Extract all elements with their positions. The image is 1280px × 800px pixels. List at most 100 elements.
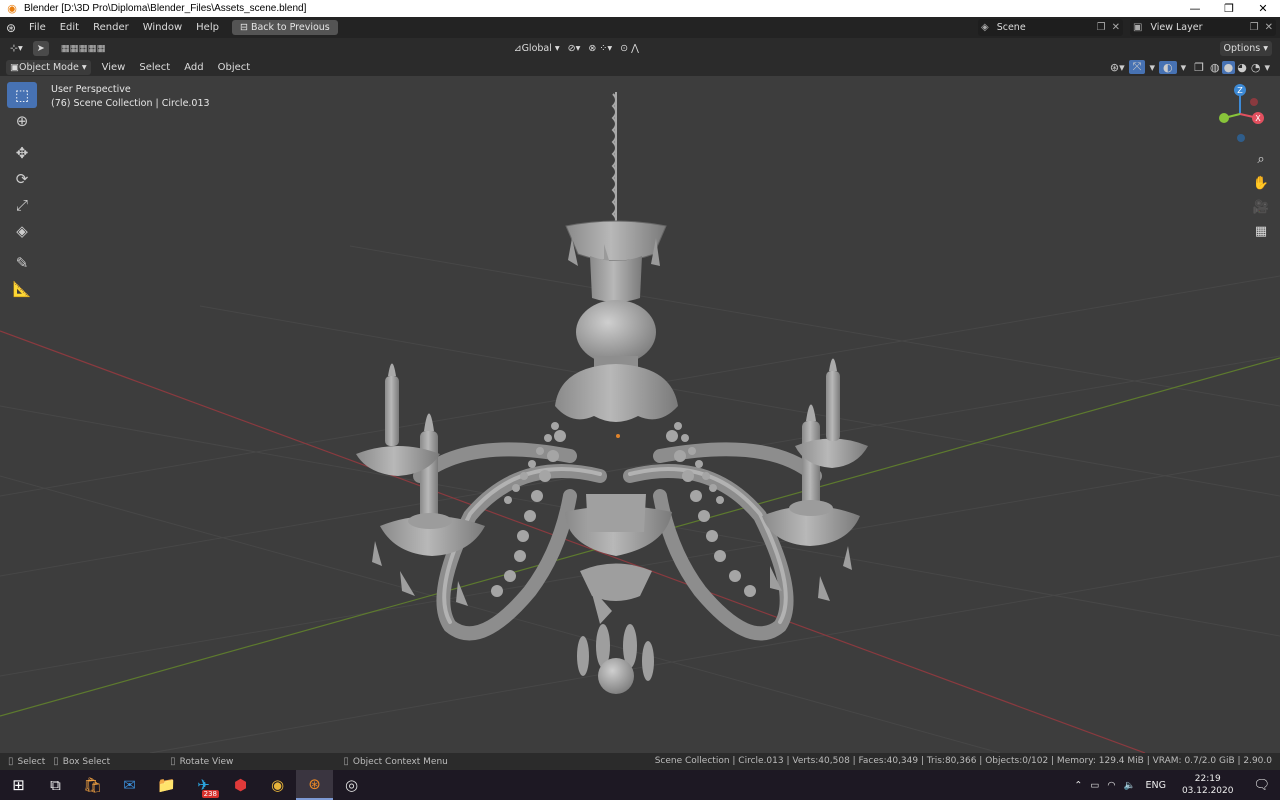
transform-tool-icon[interactable]: ◈ (7, 218, 37, 244)
back-to-previous-label: Back to Previous (250, 22, 330, 33)
menu-view[interactable]: View (95, 62, 133, 73)
mail-icon[interactable]: ✉ (111, 770, 148, 800)
xray-icon[interactable]: ❐ (1190, 61, 1208, 74)
rotate-tool-icon[interactable]: ⟳ (7, 166, 37, 192)
menu-help[interactable]: Help (189, 22, 226, 33)
remove-scene-icon[interactable]: ✕ (1109, 22, 1123, 33)
menu-render[interactable]: Render (86, 22, 136, 33)
store-icon[interactable]: 🛍 (74, 770, 111, 800)
transform-orientation-dropdown[interactable]: ⊿ Global ▾ (510, 41, 564, 56)
measure-tool-icon[interactable]: 📐 (7, 276, 37, 302)
view-layer-selector[interactable]: ▣ View Layer ❐ ✕ (1130, 19, 1276, 36)
move-tool-icon[interactable]: ✥ (7, 140, 37, 166)
overlay-dropdown-icon[interactable]: ▾ (1177, 61, 1191, 74)
navigation-gizmo[interactable]: Z X (1219, 84, 1264, 142)
notifications-icon[interactable]: 🗨 (1243, 778, 1280, 793)
orientation-label: Global (521, 42, 552, 54)
chrome-icon[interactable]: ◉ (259, 770, 296, 800)
menu-add[interactable]: Add (177, 62, 210, 73)
snap-icon[interactable]: ⊗ ⁘▾ (584, 41, 616, 56)
wireframe-shading-icon[interactable]: ◍ (1208, 61, 1222, 74)
scene-name: Scene (996, 22, 1026, 33)
app-camera-icon[interactable]: ◎ (333, 770, 370, 800)
window-titlebar: ◉ Blender [D:\3D Pro\Diploma\Blender_Fil… (0, 0, 1280, 17)
gizmo-dropdown-icon[interactable]: ▾ (1145, 61, 1159, 74)
annotate-tool-icon[interactable]: ✎ (7, 250, 37, 276)
menu-select[interactable]: Select (132, 62, 177, 73)
zoom-icon[interactable]: ⌕ (1250, 148, 1272, 170)
back-to-previous-button[interactable]: ⊟ Back to Previous (231, 20, 338, 35)
material-shading-icon[interactable]: ◕ (1235, 61, 1249, 74)
blender-menu-icon[interactable]: ⊛ (6, 21, 22, 35)
remove-view-layer-icon[interactable]: ✕ (1262, 22, 1276, 33)
perspective-label: User Perspective (51, 84, 131, 95)
tray-expand-icon[interactable]: ⌃ (1070, 780, 1086, 791)
clock[interactable]: 22:19 03.12.2020 (1182, 773, 1234, 797)
viewport-info: User Perspective (76) Scene Collection |… (51, 83, 210, 111)
gizmo-neg-x-handle[interactable] (1250, 98, 1258, 106)
body-dome (555, 364, 678, 422)
language-indicator[interactable]: ENG (1139, 780, 1171, 791)
scene-selector[interactable]: ◈ Scene ❐ ✕ (978, 19, 1123, 36)
select-tool-icon[interactable]: ➤ (32, 40, 49, 56)
3d-viewport[interactable]: Z X (0, 76, 1280, 753)
menu-edit[interactable]: Edit (53, 22, 86, 33)
gizmo-y-handle[interactable] (1219, 113, 1229, 123)
proportional-edit-icon[interactable]: ⊙ ⋀ (616, 41, 643, 56)
status-bar: ▯ Select ▯ Box Select ▯ Rotate View ▯ Ob… (0, 753, 1280, 770)
blender-taskbar-icon[interactable]: ⊛ (296, 770, 333, 800)
object-mode-dropdown[interactable]: ▣ Object Mode ▾ (6, 59, 91, 75)
view-layer-icon: ▣ (1133, 22, 1143, 33)
blender-logo-icon: ◉ (7, 1, 17, 15)
close-button[interactable]: ✕ (1246, 0, 1280, 17)
pan-hand-icon[interactable]: ✋ (1250, 172, 1272, 194)
overlay-toggle-icon[interactable]: ◐ (1159, 60, 1177, 74)
select-box-tool-icon[interactable]: ⬚ (7, 82, 37, 108)
options-button[interactable]: Options ▾ (1219, 40, 1272, 56)
gizmo-neg-z-handle[interactable] (1237, 134, 1245, 142)
task-view-icon[interactable]: ⧉ (37, 770, 74, 800)
menu-window[interactable]: Window (136, 22, 189, 33)
telegram-icon[interactable]: ✈ 238 (185, 770, 222, 800)
app-s-icon[interactable]: ⬢ (222, 770, 259, 800)
mouse-left-icon: ▯ (8, 756, 14, 767)
wifi-icon[interactable]: ◠ (1103, 780, 1119, 791)
ortho-grid-icon[interactable]: ▦ (1250, 220, 1272, 242)
minimize-button[interactable]: — (1178, 0, 1212, 17)
viewport-header: ▣ Object Mode ▾ View Select Add Object ⊛… (0, 58, 1280, 76)
rendered-shading-icon[interactable]: ◔ (1249, 61, 1263, 74)
chain (611, 92, 617, 225)
status-box-select: Box Select (62, 756, 111, 767)
cursor-tool-icon[interactable]: ⊕ (7, 108, 37, 134)
scale-tool-icon[interactable]: ⤢ (7, 192, 37, 218)
solid-shading-icon[interactable]: ● (1221, 60, 1236, 74)
copy-scene-icon[interactable]: ❐ (1094, 22, 1109, 33)
windows-taskbar: ⊞ ⧉ 🛍 ✉ 📁 ✈ 238 ⬢ ◉ ⊛ ◎ ⌃ ▭ ◠ 🔈 ENG 22:19… (0, 770, 1280, 800)
view-layer-name: View Layer (1150, 22, 1203, 33)
editor-type-icon[interactable]: ⊹▾ (6, 41, 27, 56)
battery-icon[interactable]: ▭ (1086, 780, 1103, 791)
object-mode-icon: ▣ (10, 61, 19, 73)
right-candle-front (762, 404, 860, 546)
status-rotate-view: Rotate View (179, 756, 234, 767)
visibility-icon[interactable]: ⊛▾ (1106, 61, 1129, 74)
volume-icon[interactable]: 🔈 (1120, 780, 1140, 791)
system-tray: ⌃ ▭ ◠ 🔈 ENG 22:19 03.12.2020 🗨 (1070, 770, 1280, 800)
file-explorer-icon[interactable]: 📁 (148, 770, 185, 800)
telegram-badge: 238 (201, 790, 219, 798)
viewport-canvas[interactable]: Z X (0, 76, 1280, 753)
restore-button[interactable]: ❐ (1212, 0, 1246, 17)
copy-view-layer-icon[interactable]: ❐ (1247, 22, 1262, 33)
object-mode-label: Object Mode (18, 61, 79, 73)
menu-file[interactable]: File (22, 22, 53, 33)
shading-dropdown-icon[interactable]: ▾ (1262, 61, 1272, 74)
camera-view-icon[interactable]: 🎥 (1250, 196, 1272, 218)
pivot-point-dropdown[interactable]: ⊘▾ (564, 41, 585, 56)
selection-mode-icons[interactable]: ▦▦▦▦▦ (57, 41, 110, 56)
chandelier-model[interactable] (356, 92, 868, 694)
collection-label: (76) Scene Collection | Circle.013 (51, 98, 210, 109)
menu-object[interactable]: Object (211, 62, 258, 73)
gizmo-toggle-icon[interactable]: ⤧ (1128, 60, 1146, 74)
start-icon[interactable]: ⊞ (0, 770, 37, 800)
mouse-drag-icon: ▯ (53, 756, 59, 767)
